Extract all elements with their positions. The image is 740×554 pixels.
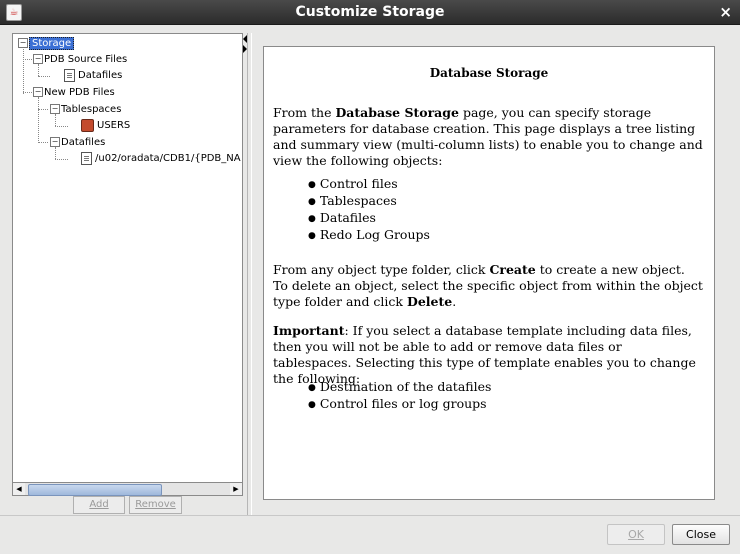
list-item: Datafiles bbox=[308, 210, 430, 227]
collapse-toggle-icon[interactable]: − bbox=[18, 38, 28, 48]
collapse-toggle-icon[interactable]: − bbox=[33, 87, 43, 97]
help-text: From the bbox=[273, 105, 336, 120]
tree-node-label: Storage bbox=[29, 37, 75, 50]
list-item: Control files bbox=[308, 176, 430, 193]
tree-connector bbox=[38, 76, 50, 77]
tree-node-storage[interactable]: − Storage bbox=[18, 36, 75, 51]
help-text-bold: Database Storage bbox=[335, 105, 459, 120]
tree-node-source-datafiles[interactable]: Datafiles bbox=[64, 68, 122, 83]
tree-node-new-datafiles[interactable]: − Datafiles bbox=[50, 135, 105, 150]
tree-node-label: /u02/oradata/CDB1/{PDB_NA bbox=[95, 153, 241, 164]
tree-node-pdb-source-files[interactable]: − PDB Source Files bbox=[33, 52, 127, 67]
footer-separator bbox=[0, 515, 740, 516]
tree-node-label: Tablespaces bbox=[61, 104, 122, 115]
ok-button[interactable]: OK bbox=[607, 524, 665, 545]
help-panel: Database Storage From the Database Stora… bbox=[263, 46, 715, 500]
collapse-toggle-icon[interactable]: − bbox=[50, 104, 60, 114]
help-paragraph-important: Important: If you select a database temp… bbox=[273, 323, 703, 387]
split-pane-divider[interactable] bbox=[247, 33, 252, 515]
close-button[interactable]: Close bbox=[672, 524, 730, 545]
help-paragraph-intro: From the Database Storage page, you can … bbox=[273, 105, 703, 169]
scroll-right-icon[interactable]: ▶ bbox=[230, 483, 242, 495]
help-text: . bbox=[452, 294, 457, 309]
remove-button[interactable]: Remove bbox=[129, 496, 182, 514]
tree-connector bbox=[38, 142, 48, 143]
ok-button-label: OK bbox=[628, 528, 644, 541]
help-heading: Database Storage bbox=[429, 66, 549, 80]
list-item: Tablespaces bbox=[308, 193, 430, 210]
document-icon bbox=[81, 151, 92, 165]
add-button[interactable]: Add bbox=[73, 496, 125, 514]
window-title: Customize Storage bbox=[295, 4, 445, 20]
tree-node-new-pdb-files[interactable]: − New PDB Files bbox=[33, 85, 115, 100]
tree-connector bbox=[55, 126, 68, 127]
tree-connector bbox=[38, 109, 48, 110]
tree-connector bbox=[55, 159, 68, 160]
close-button-label: Close bbox=[686, 528, 716, 541]
tree-node-label: USERS bbox=[97, 120, 131, 131]
tree-node-label: Datafiles bbox=[61, 137, 106, 148]
tree-connector bbox=[23, 92, 32, 93]
list-item: Redo Log Groups bbox=[308, 227, 430, 244]
collapse-toggle-icon[interactable]: − bbox=[33, 54, 43, 64]
tree-node-label: PDB Source Files bbox=[44, 54, 128, 65]
help-paragraph-create: From any object type folder, click Creat… bbox=[273, 262, 703, 310]
tree-node-label: New PDB Files bbox=[44, 87, 115, 98]
object-list: Control files Tablespaces Datafiles Redo… bbox=[308, 176, 430, 244]
changeable-list: Destination of the datafiles Control fil… bbox=[308, 379, 492, 413]
storage-tree[interactable]: − Storage − PDB Source Files Datafiles − Ne… bbox=[12, 33, 243, 484]
tree-connector bbox=[23, 47, 24, 94]
list-item: Destination of the datafiles bbox=[308, 379, 492, 396]
tree-node-label: Datafiles bbox=[78, 70, 123, 81]
help-text-bold: Create bbox=[489, 262, 536, 277]
collapse-toggle-icon[interactable]: − bbox=[50, 137, 60, 147]
close-icon[interactable]: × bbox=[719, 3, 732, 21]
help-text: From any object type folder, click bbox=[273, 262, 490, 277]
tree-node-tablespaces[interactable]: − Tablespaces bbox=[50, 102, 121, 117]
help-text-bold: Delete bbox=[406, 294, 453, 309]
tree-connector bbox=[38, 97, 39, 143]
tablespace-icon bbox=[81, 118, 94, 132]
tree-horizontal-scrollbar[interactable]: ◀ ▶ bbox=[12, 482, 243, 496]
help-text-bold: Important bbox=[273, 323, 345, 338]
tree-connector bbox=[23, 59, 32, 60]
list-item: Control files or log groups bbox=[308, 396, 491, 413]
scroll-left-icon[interactable]: ◀ bbox=[13, 483, 25, 495]
scrollbar-thumb[interactable] bbox=[28, 484, 162, 496]
tree-node-users[interactable]: USERS bbox=[81, 118, 130, 133]
tree-node-datafile-path[interactable]: /u02/oradata/CDB1/{PDB_NA bbox=[81, 151, 241, 166]
title-bar: ☕ Customize Storage × bbox=[0, 0, 740, 25]
document-icon bbox=[64, 68, 75, 82]
